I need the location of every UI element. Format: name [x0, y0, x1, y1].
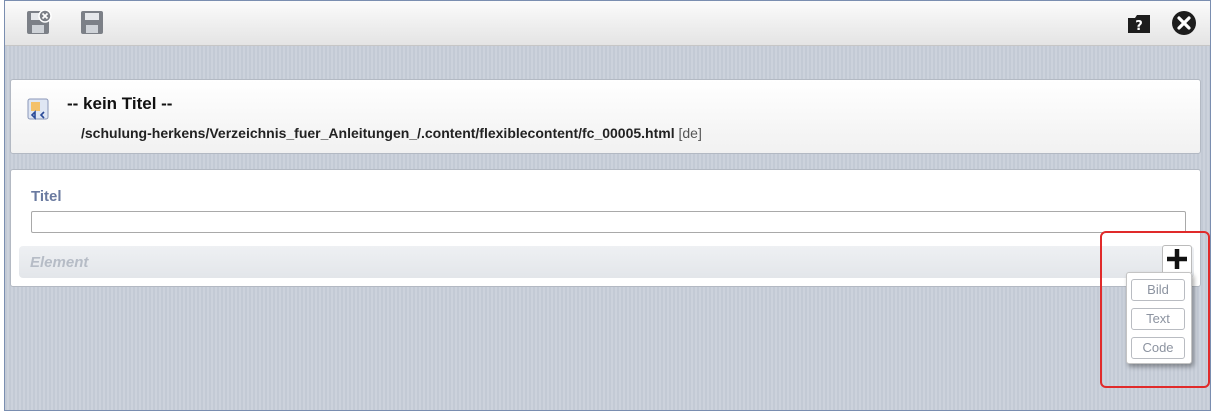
editor-frame: ? -- kein Titel -- /schulung-herkens/Ver…: [4, 0, 1211, 411]
close-icon[interactable]: [1171, 10, 1197, 36]
resource-path: /schulung-herkens/Verzeichnis_fuer_Anlei…: [81, 125, 702, 141]
save-icon[interactable]: [79, 10, 105, 36]
content-form: Titel Element: [10, 169, 1201, 287]
highlight-annotation: [1100, 231, 1210, 388]
resource-path-text: /schulung-herkens/Verzeichnis_fuer_Anlei…: [81, 125, 675, 141]
save-exit-icon[interactable]: [26, 9, 52, 36]
element-field-label: Element: [30, 254, 89, 271]
svg-text:?: ?: [1135, 19, 1143, 34]
resource-info-panel: -- kein Titel -- /schulung-herkens/Verze…: [10, 79, 1201, 154]
resource-locale: [de]: [678, 125, 702, 141]
help-icon[interactable]: ?: [1126, 10, 1152, 36]
element-field: Element: [19, 246, 1194, 278]
resource-type-icon: [27, 98, 49, 120]
title-field-label: Titel: [31, 188, 62, 205]
resource-title: -- kein Titel --: [67, 94, 173, 113]
toolbar: ?: [5, 1, 1210, 46]
title-input[interactable]: [31, 211, 1186, 233]
